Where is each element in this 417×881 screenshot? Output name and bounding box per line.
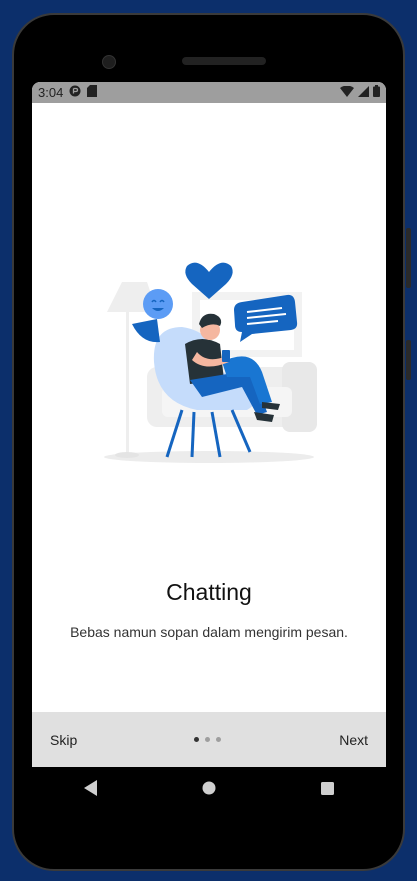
page-subtitle: Bebas namun sopan dalam mengirim pesan. bbox=[70, 624, 348, 640]
front-camera bbox=[102, 55, 116, 69]
status-bar: 3:04 bbox=[32, 82, 386, 103]
page-dot-2[interactable] bbox=[205, 737, 210, 742]
status-time: 3:04 bbox=[38, 85, 64, 100]
back-icon[interactable] bbox=[81, 778, 101, 798]
page-dot-1[interactable] bbox=[194, 737, 199, 742]
volume-button bbox=[406, 228, 411, 288]
skip-button[interactable]: Skip bbox=[50, 732, 77, 748]
power-button bbox=[406, 340, 411, 380]
next-button[interactable]: Next bbox=[339, 732, 368, 748]
system-nav-bar bbox=[32, 767, 386, 809]
onboarding-bottom-bar: Skip Next bbox=[32, 712, 386, 767]
earpiece-speaker bbox=[182, 57, 266, 65]
battery-icon bbox=[373, 85, 380, 100]
play-protect-icon bbox=[69, 85, 81, 100]
wifi-icon bbox=[340, 85, 354, 100]
page-title: Chatting bbox=[166, 579, 252, 605]
recents-icon[interactable] bbox=[317, 778, 337, 798]
signal-icon bbox=[358, 85, 369, 100]
page-dot-3[interactable] bbox=[216, 737, 221, 742]
sd-card-icon bbox=[87, 85, 98, 100]
home-icon[interactable] bbox=[199, 778, 219, 798]
chatting-illustration bbox=[104, 262, 317, 463]
app-screen: 3:04 Chatting Bebas namun sopan dalam me… bbox=[32, 82, 386, 767]
page-indicator bbox=[194, 737, 221, 742]
